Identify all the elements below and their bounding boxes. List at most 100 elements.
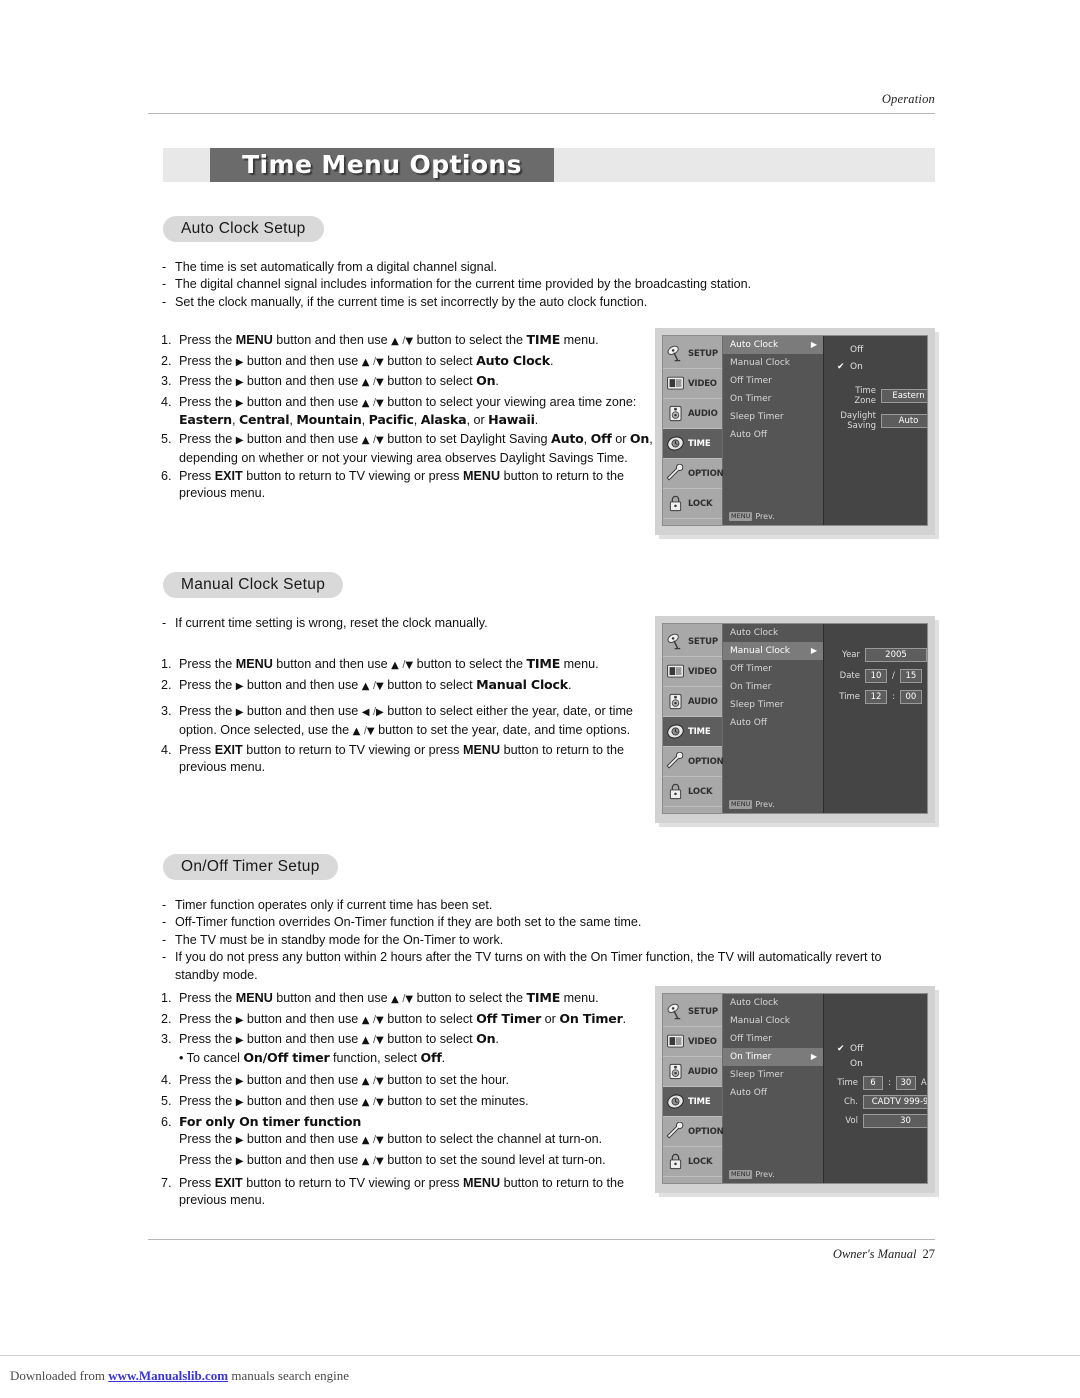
osd-field-label: Time — [837, 1078, 858, 1088]
section-heading-manual-clock: Manual Clock Setup — [163, 572, 344, 598]
osd-time-ampm: AM — [927, 692, 928, 702]
bullet-item: Set the clock manually, if the current t… — [161, 294, 801, 311]
osd-year-value: 2005 — [865, 648, 927, 662]
manualslib-link[interactable]: www.Manualslib.com — [108, 1368, 228, 1383]
osd-menu-item[interactable]: Sleep Timer — [723, 408, 823, 426]
osd-menu-label: Auto Off — [730, 430, 768, 440]
osd-field-year[interactable]: Year 2005 — [832, 648, 927, 662]
footer-page-number: 27 — [922, 1247, 936, 1261]
osd-field-date[interactable]: Date 10 / 15 — [832, 669, 927, 683]
osd-option-label: On — [850, 362, 863, 372]
osd-menu-item[interactable]: Off Timer — [723, 1030, 823, 1048]
osd-menu-item[interactable]: Auto Clock — [723, 994, 823, 1012]
osd-field-time-zone[interactable]: Time Zone Eastern — [832, 386, 927, 406]
bullet-item: If you do not press any button within 2 … — [161, 949, 951, 966]
osd-menu-item[interactable]: Manual Clock — [723, 354, 823, 372]
osd-field-time[interactable]: Time 6 : 30 AM — [832, 1076, 927, 1090]
manual-clock-steps: 1. Press the MENU button and then use ▲ /… — [161, 656, 653, 778]
osd-sidebar-label: VIDEO — [688, 1036, 717, 1047]
osd-field-value: Eastern — [881, 389, 927, 403]
osd-option-on[interactable]: On — [832, 1057, 927, 1072]
step-item: 1. Press the MENU button and then use ▲ /… — [161, 990, 599, 1005]
osd-sidebar-item-lock[interactable]: LOCK — [663, 777, 722, 807]
osd-time-ampm: AM — [920, 1078, 927, 1088]
osd-field-label: Ch. — [843, 1097, 858, 1107]
check-icon: ✔ — [837, 362, 845, 372]
osd-sidebar-item-audio[interactable]: AUDIO — [663, 1057, 722, 1087]
osd-menu-item[interactable]: On Timer ▶ — [723, 1048, 823, 1066]
osd-option-on[interactable]: ✔ On — [832, 359, 927, 376]
osd-menu-item[interactable]: Auto Clock ▶ — [723, 336, 823, 354]
osd-sidebar-item-option[interactable]: OPTION — [663, 459, 724, 489]
osd-menu-item[interactable]: Manual Clock — [723, 1012, 823, 1030]
padlock-icon — [666, 782, 685, 801]
osd-sidebar-item-video[interactable]: VIDEO — [663, 369, 722, 399]
osd-sidebar-item-option[interactable]: OPTION — [663, 747, 724, 777]
check-icon: ✔ — [837, 1044, 845, 1054]
osd-time-hour: 6 — [863, 1076, 883, 1090]
osd-sidebar-item-time[interactable]: TIME — [663, 429, 722, 459]
osd-menu-item[interactable]: On Timer — [723, 678, 823, 696]
speaker-icon — [666, 1062, 685, 1081]
bullet-item: The TV must be in standby mode for the O… — [161, 932, 951, 949]
osd-sidebar-item-audio[interactable]: AUDIO — [663, 399, 722, 429]
osd-sidebar-item-time[interactable]: TIME — [663, 1087, 722, 1117]
osd-time-minute: 30 — [895, 1076, 916, 1090]
clock-icon — [666, 434, 685, 453]
osd-sidebar-item-lock[interactable]: LOCK — [663, 1147, 722, 1177]
osd-prev-key: MENU — [729, 1170, 753, 1179]
osd-sidebar-item-option[interactable]: OPTION — [663, 1117, 724, 1147]
osd-menu-item[interactable]: Auto Off — [723, 1084, 823, 1102]
osd-menu-item[interactable]: Manual Clock ▶ — [723, 642, 823, 660]
osd-sidebar-item-lock[interactable]: LOCK — [663, 489, 722, 519]
osd-menu-item[interactable]: Auto Off — [723, 426, 823, 444]
osd-screenshot-on-timer: SETUP VIDEO AUDIO TIME OPTION LOCK Auto … — [655, 986, 935, 1193]
osd-sidebar-label: LOCK — [688, 1156, 713, 1167]
osd-menu-list: Auto Clock ▶ Manual Clock Off Timer On Ti… — [723, 336, 824, 525]
osd-sidebar-item-time[interactable]: TIME — [663, 717, 722, 747]
osd-sidebar-item-setup[interactable]: SETUP — [663, 997, 722, 1027]
osd-sidebar-label: AUDIO — [688, 696, 718, 707]
osd-sidebar-item-setup[interactable]: SETUP — [663, 627, 722, 657]
monitor-icon — [666, 1032, 685, 1051]
osd-menu-label: Sleep Timer — [730, 1070, 784, 1080]
osd-sidebar-label: OPTION — [688, 1126, 724, 1137]
footer-divider — [148, 1239, 935, 1240]
osd-prev-hint: MENU Prev. — [729, 512, 775, 521]
speaker-icon — [666, 404, 685, 423]
osd-menu-item[interactable]: Off Timer — [723, 372, 823, 390]
osd-sidebar-item-setup[interactable]: SETUP — [663, 339, 722, 369]
running-head: Operation — [881, 92, 935, 106]
osd-sidebar-item-audio[interactable]: AUDIO — [663, 687, 722, 717]
osd-sidebar-item-video[interactable]: VIDEO — [663, 657, 722, 687]
osd-menu-item[interactable]: On Timer — [723, 390, 823, 408]
osd-menu-label: Auto Off — [730, 1088, 768, 1098]
osd-option-off[interactable]: ✔ Off — [832, 1042, 927, 1057]
osd-sidebar-item-video[interactable]: VIDEO — [663, 1027, 722, 1057]
auto-clock-bullets: The time is set automatically from a dig… — [161, 259, 801, 311]
osd-field-volume[interactable]: Vol 30 — [832, 1114, 927, 1128]
satellite-dish-icon — [666, 344, 685, 363]
osd-option-off[interactable]: Off — [832, 342, 927, 359]
osd-prev-key: MENU — [729, 512, 753, 521]
osd-sidebar-label: OPTION — [688, 468, 724, 479]
osd-menu-label: On Timer — [730, 682, 772, 692]
osd-field-channel[interactable]: Ch. CADTV 999-999 — [832, 1095, 927, 1109]
osd-menu-item[interactable]: Auto Clock — [723, 624, 823, 642]
osd-menu-item[interactable]: Sleep Timer — [723, 696, 823, 714]
osd-menu-item[interactable]: Auto Off — [723, 714, 823, 732]
osd-sidebar-label: SETUP — [688, 348, 718, 359]
step-item: 1. Press the MENU button and then use ▲ /… — [161, 332, 599, 347]
padlock-icon — [666, 1152, 685, 1171]
osd-menu-item[interactable]: Off Timer — [723, 660, 823, 678]
osd-field-daylight-saving[interactable]: Daylight Saving Auto — [832, 411, 927, 431]
osd-field-time[interactable]: Time 12 : 00 AM — [832, 690, 928, 704]
satellite-dish-icon — [666, 1002, 685, 1021]
bullet-item: Timer function operates only if current … — [161, 897, 951, 914]
osd-menu-item[interactable]: Sleep Timer — [723, 1066, 823, 1084]
auto-clock-steps: 1. Press the MENU button and then use ▲ /… — [161, 332, 653, 503]
osd-field-label: Time Zone — [854, 386, 876, 406]
osd-menu-label: Sleep Timer — [730, 700, 784, 710]
step-item: 3. Press the ▶ button and then use ▲ /▼ b… — [161, 1031, 499, 1047]
osd-prev-key: MENU — [729, 800, 753, 809]
